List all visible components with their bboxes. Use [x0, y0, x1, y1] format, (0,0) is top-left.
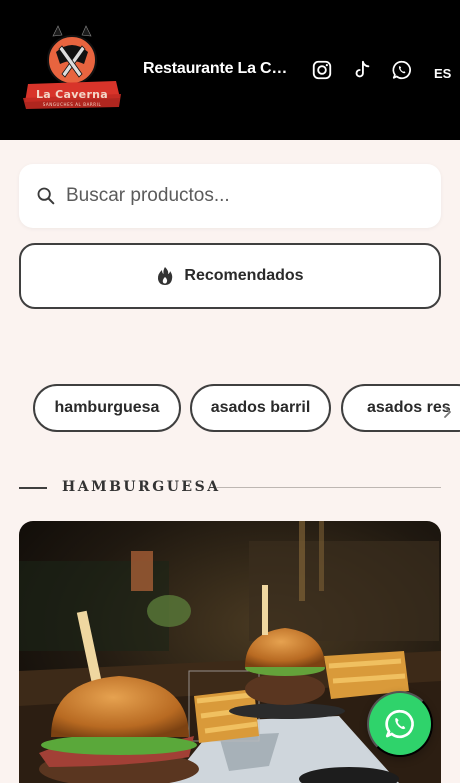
recommended-label: Recomendados [184, 267, 304, 284]
search-input[interactable] [66, 180, 426, 212]
logo-wordmark: La Caverna [35, 88, 109, 101]
chevron-right-icon[interactable] [436, 398, 460, 426]
logo-tagline: SANGUCHES AL BARRIL [42, 102, 102, 107]
section-title: HAMBURGUESA [62, 479, 221, 495]
search-icon [35, 185, 57, 207]
fire-icon [156, 266, 174, 286]
whatsapp-chat-button[interactable] [367, 691, 433, 757]
category-nav: hamburguesa asados barril asados res [0, 384, 460, 432]
logo[interactable]: La Caverna SANGUCHES AL BARRIL [20, 24, 124, 114]
whatsapp-link[interactable] [391, 59, 413, 81]
section-divider-right [216, 487, 441, 488]
category-pill-asados-barril[interactable]: asados barril [190, 384, 331, 432]
instagram-link[interactable] [311, 59, 333, 81]
category-pill-hamburguesa[interactable]: hamburguesa [33, 384, 181, 432]
tiktok-icon [355, 60, 370, 78]
recommended-button[interactable]: Recomendados [19, 243, 441, 309]
language-selector[interactable]: ES [434, 66, 451, 81]
whatsapp-icon [392, 60, 411, 80]
whatsapp-icon [385, 709, 414, 739]
section-divider-left [19, 487, 47, 489]
header: La Caverna SANGUCHES AL BARRIL Restauran… [0, 0, 460, 140]
instagram-icon [312, 60, 332, 80]
restaurant-title: Restaurante La Caverna [143, 60, 288, 77]
tiktok-link[interactable] [351, 59, 373, 81]
